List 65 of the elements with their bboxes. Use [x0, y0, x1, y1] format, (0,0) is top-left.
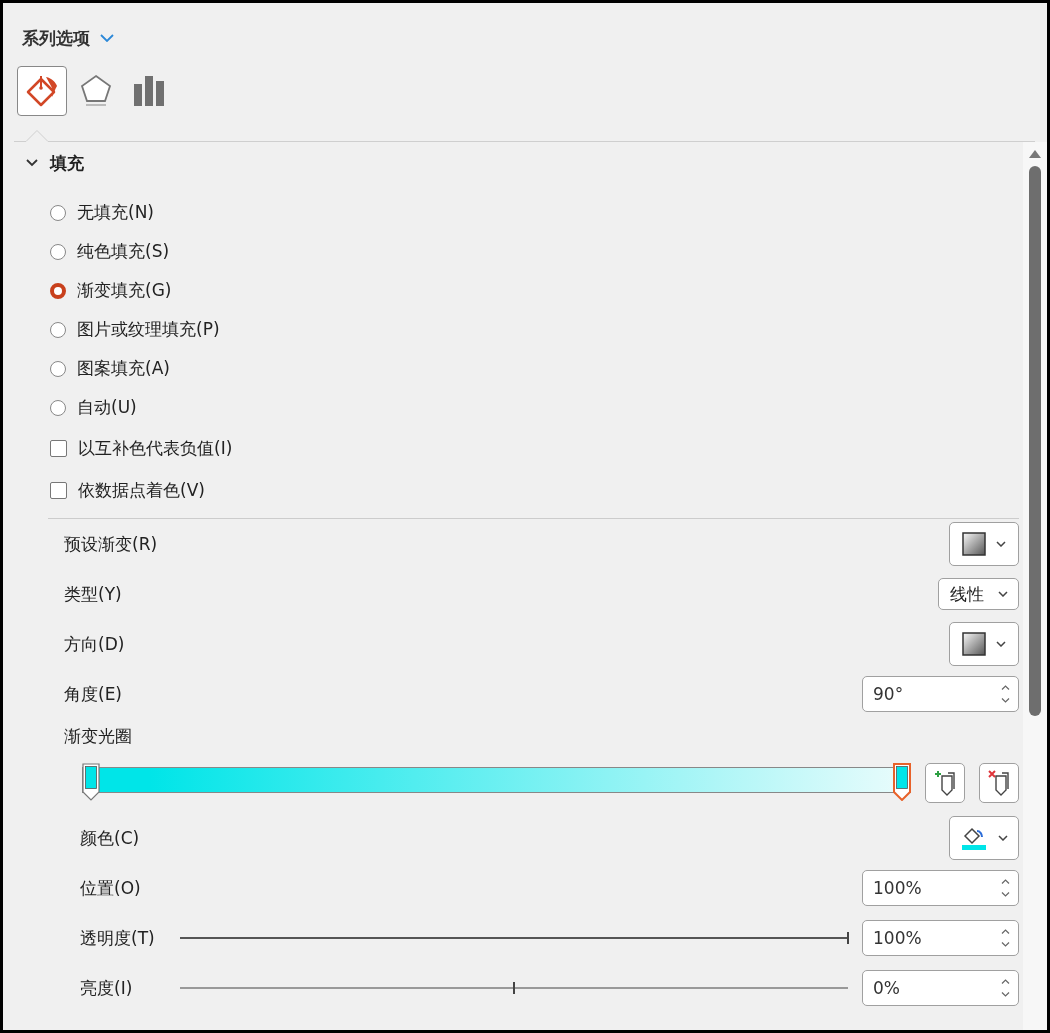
spin-down-icon[interactable] — [1001, 942, 1010, 947]
paint-bucket-icon — [24, 73, 60, 109]
pentagon-icon — [79, 73, 113, 109]
scroll-up-icon[interactable] — [1029, 150, 1041, 158]
option-label[interactable]: 图案填充(A) — [77, 357, 170, 380]
direction-dropdown[interactable] — [949, 622, 1019, 666]
radio-button[interactable] — [50, 282, 66, 299]
transparency-spin-field[interactable]: 100% — [862, 920, 1019, 956]
checkbox[interactable] — [50, 439, 67, 457]
section-title[interactable]: 填充 — [50, 151, 84, 175]
add-stop-button[interactable] — [925, 763, 965, 803]
remove-stop-icon — [987, 769, 1011, 797]
radio-button[interactable] — [50, 321, 66, 338]
position-spin-field[interactable]: 100% — [862, 870, 1019, 906]
checkbox[interactable] — [50, 481, 67, 499]
slider-track[interactable] — [180, 981, 848, 995]
spin-down-icon[interactable] — [1001, 992, 1010, 997]
radio-button[interactable] — [50, 399, 66, 416]
radio-button[interactable] — [50, 204, 66, 221]
scrollbar-thumb[interactable] — [1029, 166, 1041, 716]
field-label: 方向(D) — [64, 632, 125, 656]
remove-stop-button[interactable] — [979, 763, 1019, 803]
option-label[interactable]: 无填充(N) — [77, 201, 154, 224]
chevron-down-icon — [996, 641, 1006, 647]
chevron-down-icon — [996, 541, 1006, 547]
gradient-swatch-icon — [962, 632, 986, 656]
option-label[interactable]: 纯色填充(S) — [77, 240, 170, 263]
radio-button[interactable] — [50, 243, 66, 260]
chevron-down-icon — [997, 591, 1008, 597]
chevron-down-icon — [998, 835, 1008, 841]
option-label[interactable]: 以互补色代表负值(I) — [78, 436, 233, 460]
preset-gradient-dropdown[interactable] — [949, 522, 1019, 566]
slider-track[interactable] — [180, 931, 848, 945]
option-label[interactable]: 渐变填充(G) — [77, 279, 172, 302]
gradient-stop-handle[interactable] — [893, 763, 911, 801]
option-label[interactable]: 图片或纹理填充(P) — [77, 318, 220, 341]
spin-up-icon[interactable] — [1001, 979, 1010, 984]
spin-down-icon[interactable] — [1001, 892, 1010, 897]
brightness-spin-field[interactable]: 0% — [862, 970, 1019, 1006]
pane-title: 系列选项 — [22, 26, 90, 50]
option-label[interactable]: 依数据点着色(V) — [78, 478, 205, 502]
gradient-stop-handle[interactable] — [82, 763, 100, 801]
field-label: 预设渐变(R) — [64, 532, 158, 556]
radio-button[interactable] — [50, 360, 66, 377]
chevron-down-icon[interactable] — [26, 159, 38, 167]
type-dropdown[interactable]: 线性 — [938, 578, 1019, 610]
field-label: 角度(E) — [64, 682, 122, 706]
field-label: 渐变光圈 — [64, 724, 132, 748]
spin-up-icon[interactable] — [1001, 879, 1010, 884]
add-stop-icon — [933, 769, 957, 797]
format-tab[interactable] — [17, 66, 67, 116]
spin-down-icon[interactable] — [1001, 698, 1010, 703]
color-dropdown[interactable] — [949, 816, 1019, 860]
field-label: 颜色(C) — [80, 826, 140, 850]
field-label: 类型(Y) — [64, 582, 122, 606]
field-label: 亮度(I) — [80, 976, 134, 1000]
field-label: 透明度(T) — [80, 926, 156, 950]
scrollbar[interactable] — [1023, 142, 1047, 1030]
spin-up-icon[interactable] — [1001, 685, 1010, 690]
field-label: 位置(O) — [80, 876, 141, 900]
angle-spin-field[interactable]: 90° — [862, 676, 1019, 712]
spin-up-icon[interactable] — [1001, 929, 1010, 934]
bar-chart-icon — [133, 73, 167, 109]
gradient-swatch-icon — [962, 532, 986, 556]
option-label[interactable]: 自动(U) — [77, 396, 137, 419]
